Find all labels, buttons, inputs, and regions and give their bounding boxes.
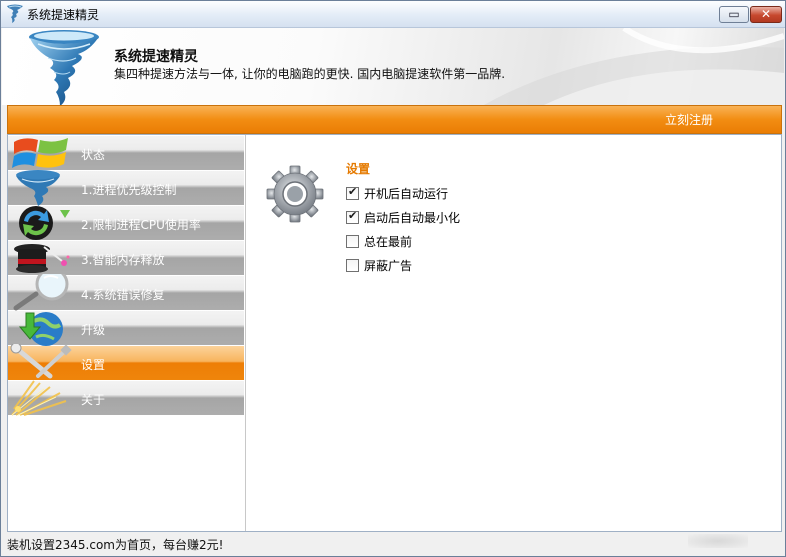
sidebar-item-label: 2.限制进程CPU使用率 [81, 218, 201, 232]
status-indicator [688, 534, 748, 548]
app-slogan: 集四种提速方法与一体, 让你的电脑跑的更快. 国内电脑提速软件第一品牌. [114, 67, 506, 81]
window-title: 系统提速精灵 [27, 8, 100, 22]
sidebar-item-settings[interactable]: 设置 [8, 344, 244, 381]
app-name: 系统提速精灵 [114, 49, 198, 65]
title-bar[interactable]: 系统提速精灵 ▭ ✕ [1, 1, 785, 28]
sidebar-item-label: 设置 [81, 358, 106, 372]
refresh-arrows-icon [19, 206, 70, 240]
settings-panel: 设置 ✔ 开机后自动运行 ✔ 启动后自动最小化 总在最前 屏蔽广告 [246, 135, 781, 531]
status-ad-link[interactable]: 装机设置2345.com为首页，每台赚2元! [7, 536, 223, 553]
sparkle-icon [11, 380, 67, 416]
sidebar: 状态 1.进程优先级控制 2.限制进程CPU使用率 3.智能内存释放 4.系统错… [8, 135, 246, 531]
sidebar-item-status[interactable]: 状态 [8, 136, 244, 171]
tornado-logo-icon [29, 30, 99, 106]
check-icon: ✔ [348, 185, 358, 198]
block-ads-checkbox[interactable] [346, 259, 359, 272]
app-window: 系统提速精灵 ▭ ✕ 系统提速精灵 集四种提速方法与一体, 让你的电脑跑的更快.… [0, 0, 786, 557]
tools-icon [10, 344, 72, 379]
sidebar-item-cpu-limit[interactable]: 2.限制进程CPU使用率 [8, 206, 244, 241]
close-icon: ✕ [760, 7, 772, 21]
sidebar-item-label: 4.系统错误修复 [81, 288, 165, 302]
sidebar-item-label: 状态 [81, 148, 106, 162]
option-label: 启动后自动最小化 [364, 211, 461, 225]
close-button[interactable]: ✕ [750, 6, 782, 23]
windows-logo-icon [12, 138, 68, 168]
magic-hat-icon [14, 244, 70, 273]
banner-decoration [484, 28, 784, 105]
minimize-checkbox[interactable]: ✔ [346, 209, 359, 224]
check-icon: ✔ [348, 209, 358, 222]
sidebar-item-label: 1.进程优先级控制 [81, 183, 177, 197]
magnifier-icon [13, 274, 69, 311]
minimize-button[interactable]: ▭ [719, 6, 749, 23]
gear-icon [266, 165, 324, 223]
tornado-icon [16, 170, 60, 206]
sidebar-item-memory[interactable]: 3.智能内存释放 [8, 241, 244, 276]
sidebar-item-upgrade[interactable]: 升级 [8, 311, 244, 346]
always-on-top-checkbox[interactable] [346, 235, 359, 248]
header-banner: 系统提速精灵 集四种提速方法与一体, 让你的电脑跑的更快. 国内电脑提速软件第一… [2, 28, 784, 106]
register-link[interactable]: 立刻注册 [665, 111, 713, 128]
option-label: 开机后自动运行 [364, 187, 449, 201]
content-frame: 状态 1.进程优先级控制 2.限制进程CPU使用率 3.智能内存释放 4.系统错… [7, 134, 782, 532]
sidebar-item-priority[interactable]: 1.进程优先级控制 [8, 170, 244, 206]
toolbar: 立刻注册 [7, 105, 782, 134]
autostart-checkbox[interactable]: ✔ [346, 185, 359, 200]
option-label: 屏蔽广告 [364, 259, 413, 273]
settings-title: 设置 [346, 162, 371, 176]
status-bar: 装机设置2345.com为首页，每台赚2元! [2, 531, 784, 556]
globe-download-icon [18, 312, 63, 346]
minimize-icon: ▭ [728, 7, 740, 21]
tornado-app-icon [7, 4, 23, 23]
sidebar-item-repair[interactable]: 4.系统错误修复 [8, 274, 244, 311]
sidebar-item-label: 3.智能内存释放 [81, 253, 165, 267]
sidebar-item-about[interactable]: 关于 [8, 380, 244, 416]
option-label: 总在最前 [364, 235, 413, 249]
sidebar-item-label: 升级 [81, 323, 106, 337]
sidebar-item-label: 关于 [81, 393, 106, 407]
